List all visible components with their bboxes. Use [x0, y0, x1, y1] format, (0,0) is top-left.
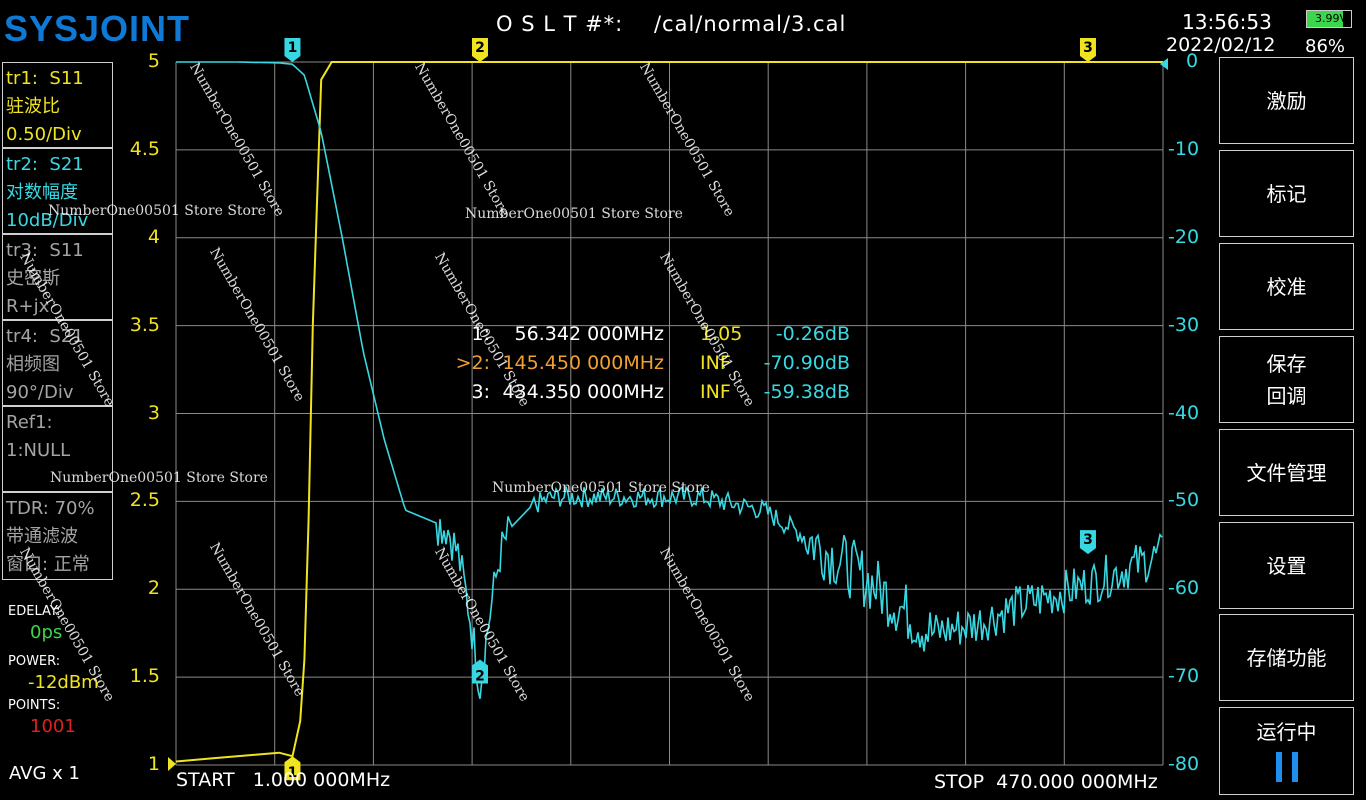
menu-settings-label: 设置: [1266, 553, 1307, 578]
menu-save-recall-button[interactable]: 保存 回调: [1219, 336, 1354, 423]
trace-tr1-format: 驻波比: [6, 96, 60, 117]
right-tick-label: -40: [1168, 401, 1200, 424]
ref-arrow-right-icon: [1160, 58, 1168, 70]
trace-box-tr1[interactable]: tr1: S11 驻波比 0.50/Div: [2, 62, 113, 148]
left-tick-label: 3.5: [129, 313, 160, 336]
marker-1-freq: 56.342 000MHz: [514, 323, 664, 345]
marker-2-flag-trace[interactable]: 2: [471, 659, 488, 685]
trace-box-tr2[interactable]: tr2: S21 对数幅度 10dB/Div: [2, 148, 113, 234]
watermark-text: NumberOne00501 Store Store: [48, 203, 266, 219]
ref-label: Ref1:: [6, 412, 53, 433]
watermark-text: NumberOne00501 Store Store: [492, 480, 710, 496]
right-tick-label: 0: [1186, 50, 1199, 72]
left-tick-label: 1: [147, 753, 160, 775]
svg-text:2: 2: [475, 669, 485, 685]
right-tick-label: -60: [1168, 577, 1200, 600]
menu-stimulus-button[interactable]: 激励: [1219, 57, 1354, 144]
tdr-label: TDR: 70%: [6, 498, 95, 519]
marker-3-num: 3:: [471, 381, 491, 403]
svg-text:3: 3: [1083, 40, 1093, 56]
marker-2-db: -70.90dB: [763, 352, 850, 374]
marker-3-swr: INF: [700, 381, 731, 403]
points-value[interactable]: 1001: [30, 716, 76, 737]
menu-marker-label: 标记: [1266, 181, 1307, 206]
menu-save-recall-label: 保存 回调: [1266, 351, 1307, 408]
right-tick-label: -10: [1168, 137, 1200, 160]
menu-stimulus-label: 激励: [1266, 88, 1307, 113]
ref-arrow-left-icon: [168, 757, 176, 771]
menu-running-button[interactable]: 运行中: [1219, 707, 1354, 795]
menu-settings-button[interactable]: 设置: [1219, 522, 1354, 609]
ref-value: 1:NULL: [6, 440, 71, 461]
marker-2-num: >2:: [455, 352, 490, 374]
trace-tr2-param: tr2: S21: [6, 154, 84, 175]
power-label: POWER:: [8, 654, 61, 669]
battery-icon: 3.99V: [1306, 10, 1352, 28]
right-tick-label: -80: [1168, 753, 1200, 775]
left-tick-label: 2.5: [129, 489, 160, 512]
left-tick-label: 4: [147, 225, 160, 248]
left-tick-label: 2: [147, 577, 160, 600]
right-tick-label: -50: [1168, 489, 1200, 512]
clock-date: 2022/02/12: [1166, 34, 1276, 56]
battery-percent: 86%: [1305, 36, 1346, 57]
menu-marker-button[interactable]: 标记: [1219, 150, 1354, 237]
marker-2-freq: 145.450 000MHz: [502, 352, 664, 374]
tdr-box[interactable]: TDR: 70% 带通滤波 窗口: 正常: [2, 492, 113, 580]
points-label: POINTS:: [8, 698, 61, 713]
menu-calibrate-label: 校准: [1266, 274, 1307, 299]
left-tick-label: 1.5: [129, 665, 160, 688]
trace-tr3-format: 史密斯: [6, 268, 60, 289]
svg-text:3: 3: [1083, 532, 1093, 548]
trace-tr1-param: tr1: S11: [6, 68, 84, 89]
clock-time: 13:56:53: [1182, 10, 1272, 34]
left-tick-label: 4.5: [129, 137, 160, 160]
marker-3-flag-trace[interactable]: 3: [1079, 530, 1096, 555]
menu-storage-button[interactable]: 存储功能: [1219, 614, 1354, 701]
cal-file-title: O S L T #*: /cal/normal/3.cal: [496, 12, 847, 36]
marker-2-flag-top[interactable]: 2: [471, 38, 488, 62]
stop-frequency[interactable]: STOP 470.000 000MHz: [934, 771, 1158, 793]
average-count[interactable]: AVG x 1: [9, 763, 80, 784]
svg-text:1: 1: [288, 40, 298, 56]
marker-1-db: -0.26dB: [775, 323, 850, 345]
marker-3-db: -59.38dB: [763, 381, 850, 403]
marker-1-flag-top[interactable]: 1: [284, 38, 301, 62]
menu-running-label: 运行中: [1256, 720, 1317, 744]
svg-text:2: 2: [475, 40, 485, 56]
plot-grid: [175, 61, 1164, 766]
menu-storage-label: 存储功能: [1246, 645, 1327, 670]
watermark-text: NumberOne00501 Store Store: [50, 470, 268, 486]
marker-3-flag-top[interactable]: 3: [1079, 38, 1096, 62]
left-tick-label: 5: [147, 50, 160, 72]
right-tick-label: -70: [1168, 665, 1200, 688]
start-frequency[interactable]: START 1.000 000MHz: [176, 769, 390, 791]
menu-calibrate-button[interactable]: 校准: [1219, 243, 1354, 330]
menu-file-manager-label: 文件管理: [1246, 460, 1327, 485]
menu-file-manager-button[interactable]: 文件管理: [1219, 429, 1354, 516]
right-tick-label: -20: [1168, 225, 1200, 248]
trace-tr1-scale: 0.50/Div: [6, 124, 82, 145]
left-tick-label: 3: [147, 401, 160, 424]
tdr-filter: 带通滤波: [6, 526, 78, 547]
pause-icon: [1275, 752, 1298, 782]
brand-logo: SYSJOINT: [4, 8, 191, 49]
battery-voltage: 3.99V: [1315, 12, 1348, 25]
right-tick-label: -30: [1168, 313, 1200, 336]
